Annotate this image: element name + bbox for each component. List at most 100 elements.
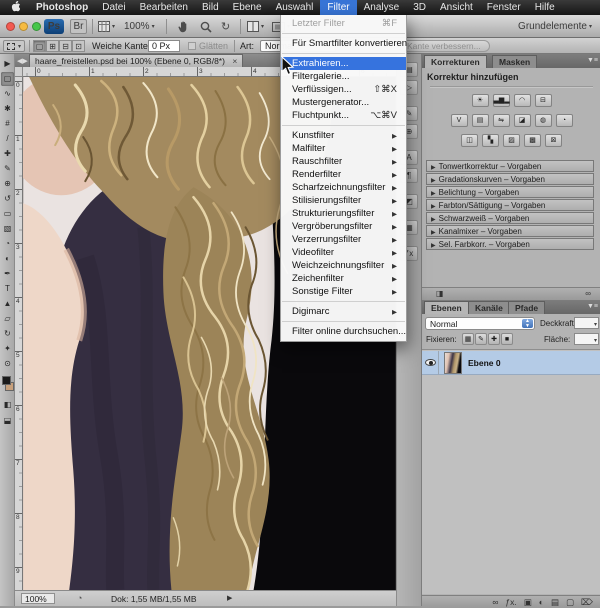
menu-item-stilisierungsfilter[interactable]: Stilisierungsfilter▶ <box>281 194 406 207</box>
status-options-arrow[interactable]: ▶ <box>227 594 232 602</box>
refine-edge-button[interactable]: Kante verbessern... <box>398 40 490 52</box>
menu-item-videofilter[interactable]: Videofilter▶ <box>281 246 406 259</box>
menu-analyse[interactable]: Analyse <box>357 0 407 15</box>
vibrance-icon[interactable]: V <box>451 114 468 127</box>
path-selection-tool[interactable]: ▲ <box>1 297 14 311</box>
invert-icon[interactable]: ◫ <box>461 134 478 147</box>
menu-filter[interactable]: Filter <box>320 0 356 15</box>
zoom-tool-button[interactable] <box>200 19 212 34</box>
lock-transparency-icon[interactable]: ▦ <box>462 333 474 345</box>
menu-bild[interactable]: Bild <box>195 0 226 15</box>
fill-value[interactable]: ▾100% <box>574 333 599 345</box>
arrange-documents-button[interactable]: ▾ <box>247 19 264 34</box>
lock-all-icon[interactable]: ■ <box>501 333 513 345</box>
marquee-tool[interactable]: ▢ <box>1 72 14 86</box>
menu-item-filter-online-durchsuchen[interactable]: Filter online durchsuchen... <box>281 325 406 338</box>
pen-tool[interactable]: ✒ <box>1 267 14 281</box>
gradient-map-icon[interactable]: ▩ <box>524 134 541 147</box>
preset-sel-farbkorr[interactable]: ▶Sel. Farbkorr. – Vorgaben <box>426 238 594 250</box>
status-zoom-field[interactable]: 100% <box>21 593 55 604</box>
hue-saturation-icon[interactable]: ▤ <box>472 114 489 127</box>
menu-item-filtergalerie[interactable]: Filtergalerie... <box>281 70 406 83</box>
move-tool[interactable]: ▶ <box>1 57 14 71</box>
visibility-cell[interactable] <box>422 351 439 375</box>
menu-item-rauschfilter[interactable]: Rauschfilter▶ <box>281 155 406 168</box>
gradient-tool[interactable]: ▧ <box>1 222 14 236</box>
menu-item-mustergenerator[interactable]: Mustergenerator... <box>281 96 406 109</box>
view-extras-button[interactable]: ▾ <box>98 19 115 34</box>
levels-icon[interactable]: ▃▆▂ <box>493 94 510 107</box>
brush-tool[interactable]: ✎ <box>1 162 14 176</box>
close-tab-icon[interactable]: × <box>232 56 237 66</box>
quick-mask-button[interactable]: ◧ <box>1 398 14 412</box>
black-white-icon[interactable]: ◪ <box>514 114 531 127</box>
lock-move-icon[interactable]: ✚ <box>488 333 500 345</box>
rotate-view-button[interactable]: ↻ <box>221 19 230 34</box>
blur-tool[interactable]: ◔ <box>1 237 14 251</box>
type-tool[interactable]: T <box>1 282 14 296</box>
channel-mixer-icon[interactable]: ◔ <box>556 114 573 127</box>
menu-item-verzerrungsfilter[interactable]: Verzerrungsfilter▶ <box>281 233 406 246</box>
healing-brush-tool[interactable]: ✚ <box>1 147 14 161</box>
layer-thumbnail[interactable] <box>444 352 462 374</box>
posterize-icon[interactable]: ▚ <box>482 134 499 147</box>
layer-row-ebene0[interactable]: Ebene 0 <box>422 351 600 375</box>
selection-add-button[interactable]: ⊞ <box>46 40 59 52</box>
menu-item-sonstige-filter[interactable]: Sonstige Filter▶ <box>281 285 406 298</box>
eyedropper-tool[interactable]: / <box>1 132 14 146</box>
threshold-icon[interactable]: ▨ <box>503 134 520 147</box>
tab-korrekturen[interactable]: Korrekturen <box>424 55 487 68</box>
dodge-tool[interactable]: ◐ <box>1 252 14 266</box>
clip-to-layer-icon[interactable]: ∞ <box>585 289 591 298</box>
preset-kanalmixer[interactable]: ▶Kanalmixer – Vorgaben <box>426 225 594 237</box>
apple-menu-icon[interactable] <box>0 1 29 15</box>
hand-tool-button[interactable] <box>178 19 189 34</box>
menu-3d[interactable]: 3D <box>406 0 433 15</box>
preset-belichtung[interactable]: ▶Belichtung – Vorgaben <box>426 186 594 198</box>
selection-subtract-button[interactable]: ⊟ <box>59 40 72 52</box>
menu-bearbeiten[interactable]: Bearbeiten <box>133 0 195 15</box>
menu-item-malfilter[interactable]: Malfilter▶ <box>281 142 406 155</box>
minimize-window-button[interactable] <box>19 22 28 31</box>
menu-item-scharfzeichnungsfilter[interactable]: Scharfzeichnungsfilter▶ <box>281 181 406 194</box>
menu-item-zeichenfilter[interactable]: Zeichenfilter▶ <box>281 272 406 285</box>
menu-fenster[interactable]: Fenster <box>480 0 528 15</box>
feather-input[interactable]: 0 Px <box>148 40 180 52</box>
menu-item-fluchtpunkt[interactable]: Fluchtpunkt...⌥⌘V <box>281 109 406 122</box>
brightness-contrast-icon[interactable]: ☀ <box>472 94 489 107</box>
tab-masken[interactable]: Masken <box>492 55 537 68</box>
menu-item-kunstfilter[interactable]: Kunstfilter▶ <box>281 129 406 142</box>
menu-ebene[interactable]: Ebene <box>226 0 269 15</box>
tool-preset-picker[interactable]: ▾ <box>3 40 25 52</box>
antialias-checkbox[interactable] <box>188 42 196 50</box>
menu-datei[interactable]: Datei <box>95 0 132 15</box>
panel-menu-icon[interactable]: ▼≡ <box>587 303 598 310</box>
shape-tool[interactable]: ▱ <box>1 312 14 326</box>
tab-kanaele[interactable]: Kanäle <box>468 301 510 314</box>
preset-tonwertkorrektur[interactable]: ▶Tonwertkorrektur – Vorgaben <box>426 160 594 172</box>
color-balance-icon[interactable]: ⇋ <box>493 114 510 127</box>
tab-overflow-icon[interactable]: ◀▶ <box>17 57 28 65</box>
curves-icon[interactable]: ◠ <box>514 94 531 107</box>
history-brush-tool[interactable]: ↺ <box>1 192 14 206</box>
lasso-tool[interactable]: ∿ <box>1 87 14 101</box>
selection-intersect-button[interactable]: ⊡ <box>72 40 85 52</box>
rotate-view-tool[interactable]: ↻ <box>1 327 14 341</box>
tab-pfade[interactable]: Pfade <box>508 301 545 314</box>
zoom-level-control[interactable]: 100%▾ <box>124 19 155 34</box>
menu-hilfe[interactable]: Hilfe <box>528 0 562 15</box>
menu-ansicht[interactable]: Ansicht <box>433 0 480 15</box>
preset-schwarzweiss[interactable]: ▶Schwarzweiß – Vorgaben <box>426 212 594 224</box>
menu-photoshop[interactable]: Photoshop <box>29 0 95 15</box>
opacity-value[interactable]: ▾100% <box>574 317 599 329</box>
tab-ebenen[interactable]: Ebenen <box>424 301 469 314</box>
preset-gradationskurven[interactable]: ▶Gradationskurven – Vorgaben <box>426 173 594 185</box>
photo-filter-icon[interactable]: ◍ <box>535 114 552 127</box>
menu-auswahl[interactable]: Auswahl <box>269 0 321 15</box>
lock-paint-icon[interactable]: ✎ <box>475 333 487 345</box>
menu-item-digimarc[interactable]: Digimarc▶ <box>281 305 406 318</box>
exposure-icon[interactable]: ⊟ <box>535 94 552 107</box>
document-tab[interactable]: haare_freistellen.psd bei 100% (Ebene 0,… <box>29 54 243 67</box>
menu-item-renderfilter[interactable]: Renderfilter▶ <box>281 168 406 181</box>
zoom-tool[interactable]: ⊙ <box>1 357 14 371</box>
